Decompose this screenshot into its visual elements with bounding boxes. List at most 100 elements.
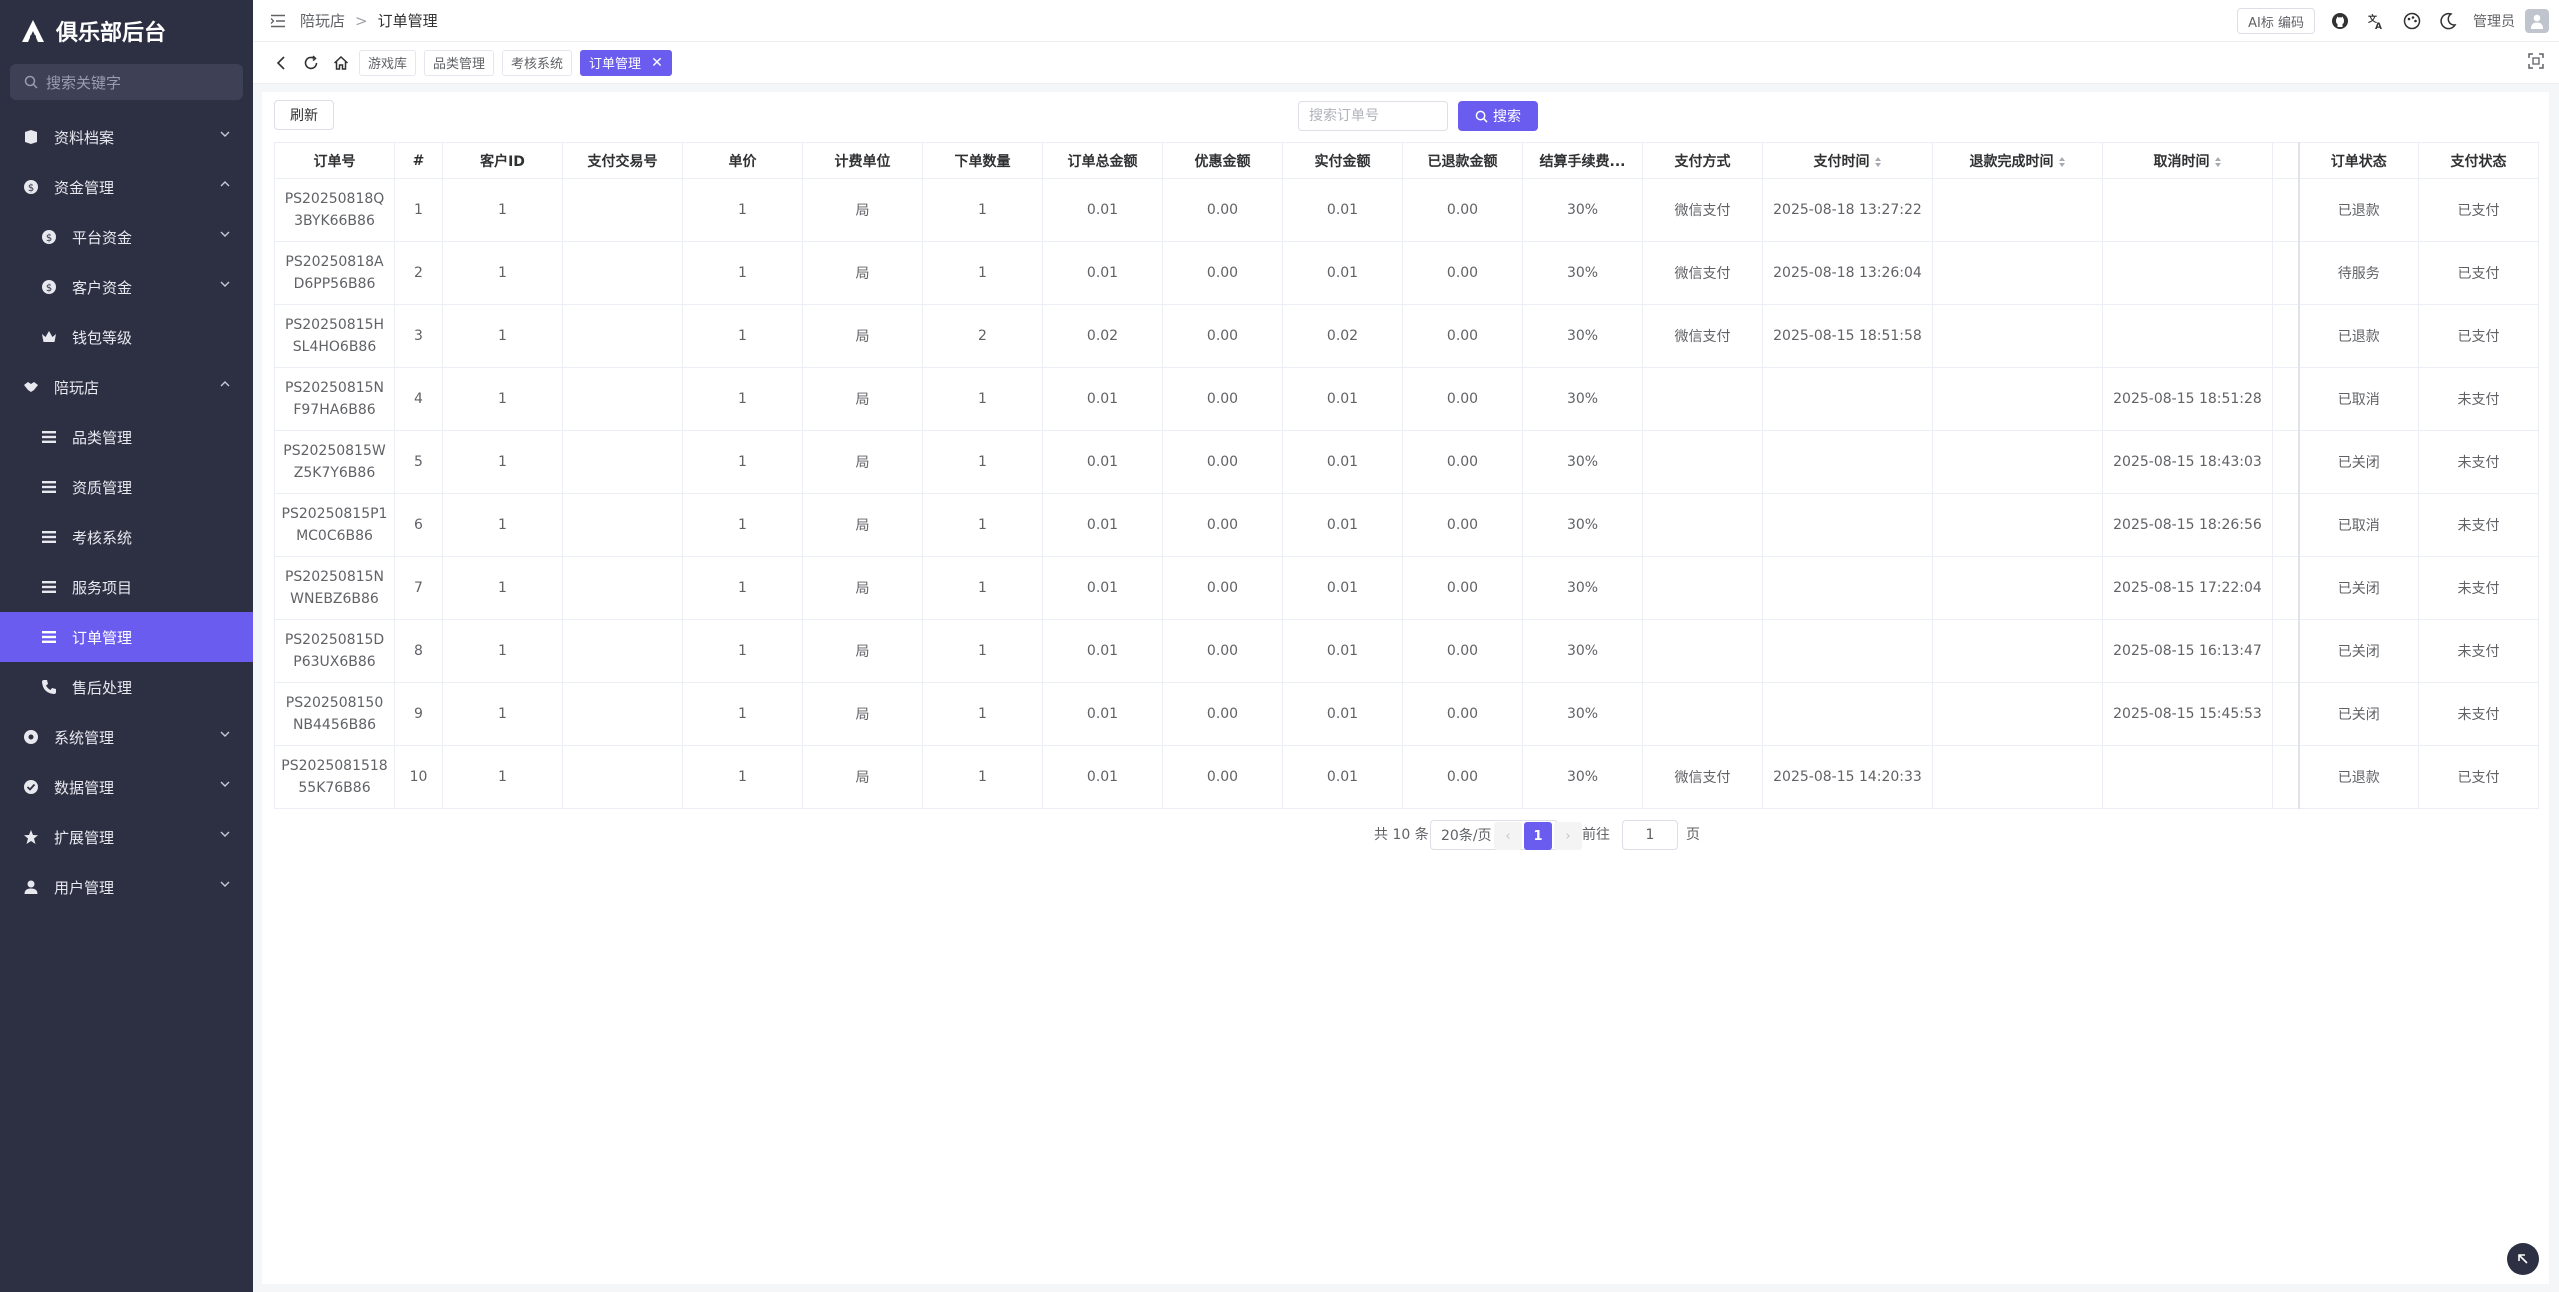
reload-icon[interactable]	[299, 51, 323, 75]
table-cell: 局	[802, 241, 923, 305]
table-cell: 1	[922, 430, 1043, 494]
tab-game-library[interactable]: 游戏库	[359, 49, 417, 76]
sidebar-item-label: 客户资金	[72, 278, 133, 297]
table-cell: 0.01	[1282, 619, 1403, 683]
table-cell: 微信支付	[1642, 304, 1763, 368]
back-to-top-button[interactable]	[2507, 1243, 2539, 1275]
sidebar-item-qualification-management[interactable]: 资质管理	[0, 462, 253, 512]
table-row: PS20250815NF97HA6B86 4 1 1 局 1 0.01 0.00 0.01 0.0…	[274, 367, 2539, 431]
order-number-cell: PS20250815DP63UX6B86	[274, 619, 395, 683]
sidebar-item-companion-store[interactable]: 陪玩店	[0, 362, 253, 412]
search-icon	[1475, 110, 1488, 123]
table-cell: 1	[922, 682, 1043, 746]
search-button[interactable]: 搜索	[1458, 101, 1538, 131]
sidebar-item-label: 数据管理	[54, 778, 115, 797]
menu-fold-icon[interactable]	[270, 14, 286, 28]
table-cell: 局	[802, 619, 923, 683]
prev-page-button[interactable]: ‹	[1494, 822, 1522, 850]
avatar[interactable]	[2525, 9, 2549, 33]
sort-caret-icon[interactable]	[2058, 156, 2066, 168]
table-cell: 未支付	[2418, 493, 2539, 557]
topbar: 陪玩店 > 订单管理 AI标 编码 文A 管理员	[253, 0, 2559, 42]
sidebar-item-extension-management[interactable]: 扩展管理	[0, 812, 253, 862]
column-header[interactable]: 支付时间	[1762, 142, 1933, 179]
table-cell: 已退款	[2297, 745, 2419, 809]
tab-category-management[interactable]: 品类管理	[424, 49, 495, 76]
page-number-button[interactable]: 1	[1524, 822, 1552, 850]
home-icon[interactable]	[329, 51, 353, 75]
column-header[interactable]: 退款完成时间	[1932, 142, 2103, 179]
table-cell	[1932, 556, 2103, 620]
goto-page-suffix: 页	[1686, 827, 1700, 843]
dark-mode-moon-icon[interactable]	[2437, 10, 2459, 32]
table-cell	[1932, 178, 2103, 242]
table-cell: 2025-08-15 14:20:33	[1762, 745, 1933, 809]
table-cell: 已关闭	[2297, 430, 2419, 494]
next-page-button[interactable]: ›	[1554, 822, 1582, 850]
sidebar-item-user-management[interactable]: 用户管理	[0, 862, 253, 912]
column-header[interactable]: 取消时间	[2102, 142, 2273, 179]
theme-palette-icon[interactable]	[2401, 10, 2423, 32]
column-header-label: 已退款金额	[1427, 153, 1498, 170]
refresh-button[interactable]: 刷新	[274, 100, 334, 130]
app-logo[interactable]: 俱乐部后台	[0, 0, 253, 62]
sidebar-item-platform-funds[interactable]: $ 平台资金	[0, 212, 253, 262]
table-cell: 0.01	[1282, 682, 1403, 746]
sidebar-item-assessment-system[interactable]: 考核系统	[0, 512, 253, 562]
close-icon[interactable]: ✕	[651, 55, 663, 71]
tab-label: 品类管理	[433, 57, 486, 72]
user-name[interactable]: 管理员	[2473, 11, 2515, 31]
table-cell: 局	[802, 493, 923, 557]
table-cell	[562, 430, 683, 494]
sidebar-item-service-items[interactable]: 服务项目	[0, 562, 253, 612]
table-cell: 1	[394, 178, 443, 242]
sidebar-item-profile-archive[interactable]: 资料档案	[0, 112, 253, 162]
table-cell	[2272, 619, 2299, 683]
table-cell	[2272, 493, 2299, 557]
sidebar-item-data-management[interactable]: 数据管理	[0, 762, 253, 812]
goto-page-input[interactable]	[1622, 820, 1678, 850]
table-cell: 1	[922, 619, 1043, 683]
sidebar-item-system-management[interactable]: 系统管理	[0, 712, 253, 762]
table-cell: 微信支付	[1642, 178, 1763, 242]
search-icon	[24, 75, 38, 89]
tab-assessment-system[interactable]: 考核系统	[502, 49, 573, 76]
order-search-input[interactable]	[1298, 101, 1448, 131]
column-header-label: #	[412, 152, 425, 169]
sidebar-item-customer-funds[interactable]: $ 客户资金	[0, 262, 253, 312]
table-cell: 30%	[1522, 556, 1643, 620]
table-cell: 微信支付	[1642, 745, 1763, 809]
table-cell: 局	[802, 178, 923, 242]
sidebar-item-category-management[interactable]: 品类管理	[0, 412, 253, 462]
sort-caret-icon[interactable]	[1874, 156, 1882, 168]
tab-order-management[interactable]: 订单管理 ✕	[580, 49, 672, 76]
sidebar-item-label: 售后处理	[72, 678, 133, 697]
table-cell: 0.00	[1162, 241, 1283, 305]
coin-icon: $	[22, 178, 40, 196]
fullscreen-icon[interactable]	[2527, 52, 2545, 70]
translate-icon[interactable]: 文A	[2365, 10, 2387, 32]
ai-coding-button[interactable]: AI标 编码	[2237, 8, 2315, 34]
back-arrow-icon[interactable]	[269, 51, 293, 75]
table-cell: 30%	[1522, 430, 1643, 494]
github-icon[interactable]	[2329, 10, 2351, 32]
table-cell: 局	[802, 430, 923, 494]
table-cell: 2025-08-18 13:27:22	[1762, 178, 1933, 242]
table-cell	[1642, 493, 1763, 557]
sidebar-item-after-sales[interactable]: 售后处理	[0, 662, 253, 712]
svg-text:A: A	[2375, 22, 2382, 30]
sidebar-item-fund-management[interactable]: $ 资金管理	[0, 162, 253, 212]
table-cell	[2272, 304, 2299, 368]
table-cell: 局	[802, 556, 923, 620]
table-cell: 0.01	[1282, 430, 1403, 494]
sidebar-item-wallet-level[interactable]: 钱包等级	[0, 312, 253, 362]
sidebar-item-label: 资金管理	[54, 178, 115, 197]
sidebar-item-label: 钱包等级	[72, 328, 133, 347]
chevron-up-icon	[220, 181, 230, 187]
table-cell: 0.00	[1162, 619, 1283, 683]
sidebar-item-order-management[interactable]: 订单管理	[0, 612, 253, 662]
breadcrumb-item[interactable]: 陪玩店	[300, 10, 345, 31]
column-header-label: 取消时间	[2153, 153, 2210, 170]
sidebar-search-input[interactable]: 搜索关键字	[10, 64, 243, 100]
sort-caret-icon[interactable]	[2214, 156, 2222, 168]
